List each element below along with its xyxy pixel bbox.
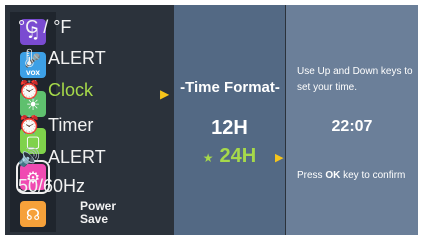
selected-star-icon: ★ bbox=[202, 151, 214, 165]
menu-item-label: °C / °F bbox=[18, 17, 72, 37]
confirm-hint: Press OK key to confirm bbox=[297, 168, 405, 184]
info-line-1: Use Up and Down keys to bbox=[297, 66, 413, 77]
menu-item-label: ALERT bbox=[48, 48, 106, 68]
menu-item-temp-alert[interactable]: 🌡 ALERT bbox=[18, 48, 106, 69]
option-label: 12H bbox=[211, 117, 248, 139]
option-arrow-icon: ▶ bbox=[275, 151, 284, 164]
confirm-post: key to confirm bbox=[340, 170, 406, 181]
vox-label: VOX bbox=[25, 70, 41, 77]
menu-item-sound-alert[interactable]: 🔊 ALERT bbox=[18, 147, 106, 168]
menu-selected-arrow-icon: ▶ bbox=[160, 87, 170, 101]
time-readout: 22:07 bbox=[331, 118, 373, 135]
menu-item-timer[interactable]: ⏰ Timer bbox=[18, 115, 93, 136]
info-line-2: set your time. bbox=[297, 82, 358, 93]
confirm-key: OK bbox=[325, 170, 341, 181]
speaker-icon: 🔊 bbox=[18, 147, 41, 168]
option-label: 24H bbox=[219, 145, 257, 167]
confirm-pre: Press bbox=[297, 170, 326, 181]
thermometer-icon: 🌡 bbox=[18, 48, 41, 69]
support-headset-icon[interactable]: ☊ bbox=[20, 201, 46, 227]
clock-icon: ⏰ bbox=[18, 80, 41, 101]
menu-item-label: Clock bbox=[48, 80, 94, 100]
option-12h[interactable]: 12H bbox=[174, 117, 285, 140]
menu-item-frequency[interactable]: 50/60Hz bbox=[18, 176, 85, 197]
menu-item-power-save[interactable]: Power Save bbox=[80, 200, 116, 226]
info-instruction: Use Up and Down keys to set your time. bbox=[297, 64, 413, 96]
menu-item-label: 50/60Hz bbox=[18, 176, 86, 196]
menu-item-label: ALERT bbox=[48, 147, 106, 167]
menu-item-label: Timer bbox=[48, 115, 94, 135]
menu-item-clock[interactable]: ⏰ Clock bbox=[18, 80, 93, 101]
menu-item-label: Power Save bbox=[80, 199, 117, 226]
submenu-title: -Time Format- bbox=[180, 79, 280, 96]
alarm-clock-icon: ⏰ bbox=[18, 115, 41, 136]
option-24h[interactable]: ★ 24H bbox=[174, 145, 285, 168]
menu-item-units[interactable]: °C / °F bbox=[18, 17, 71, 38]
